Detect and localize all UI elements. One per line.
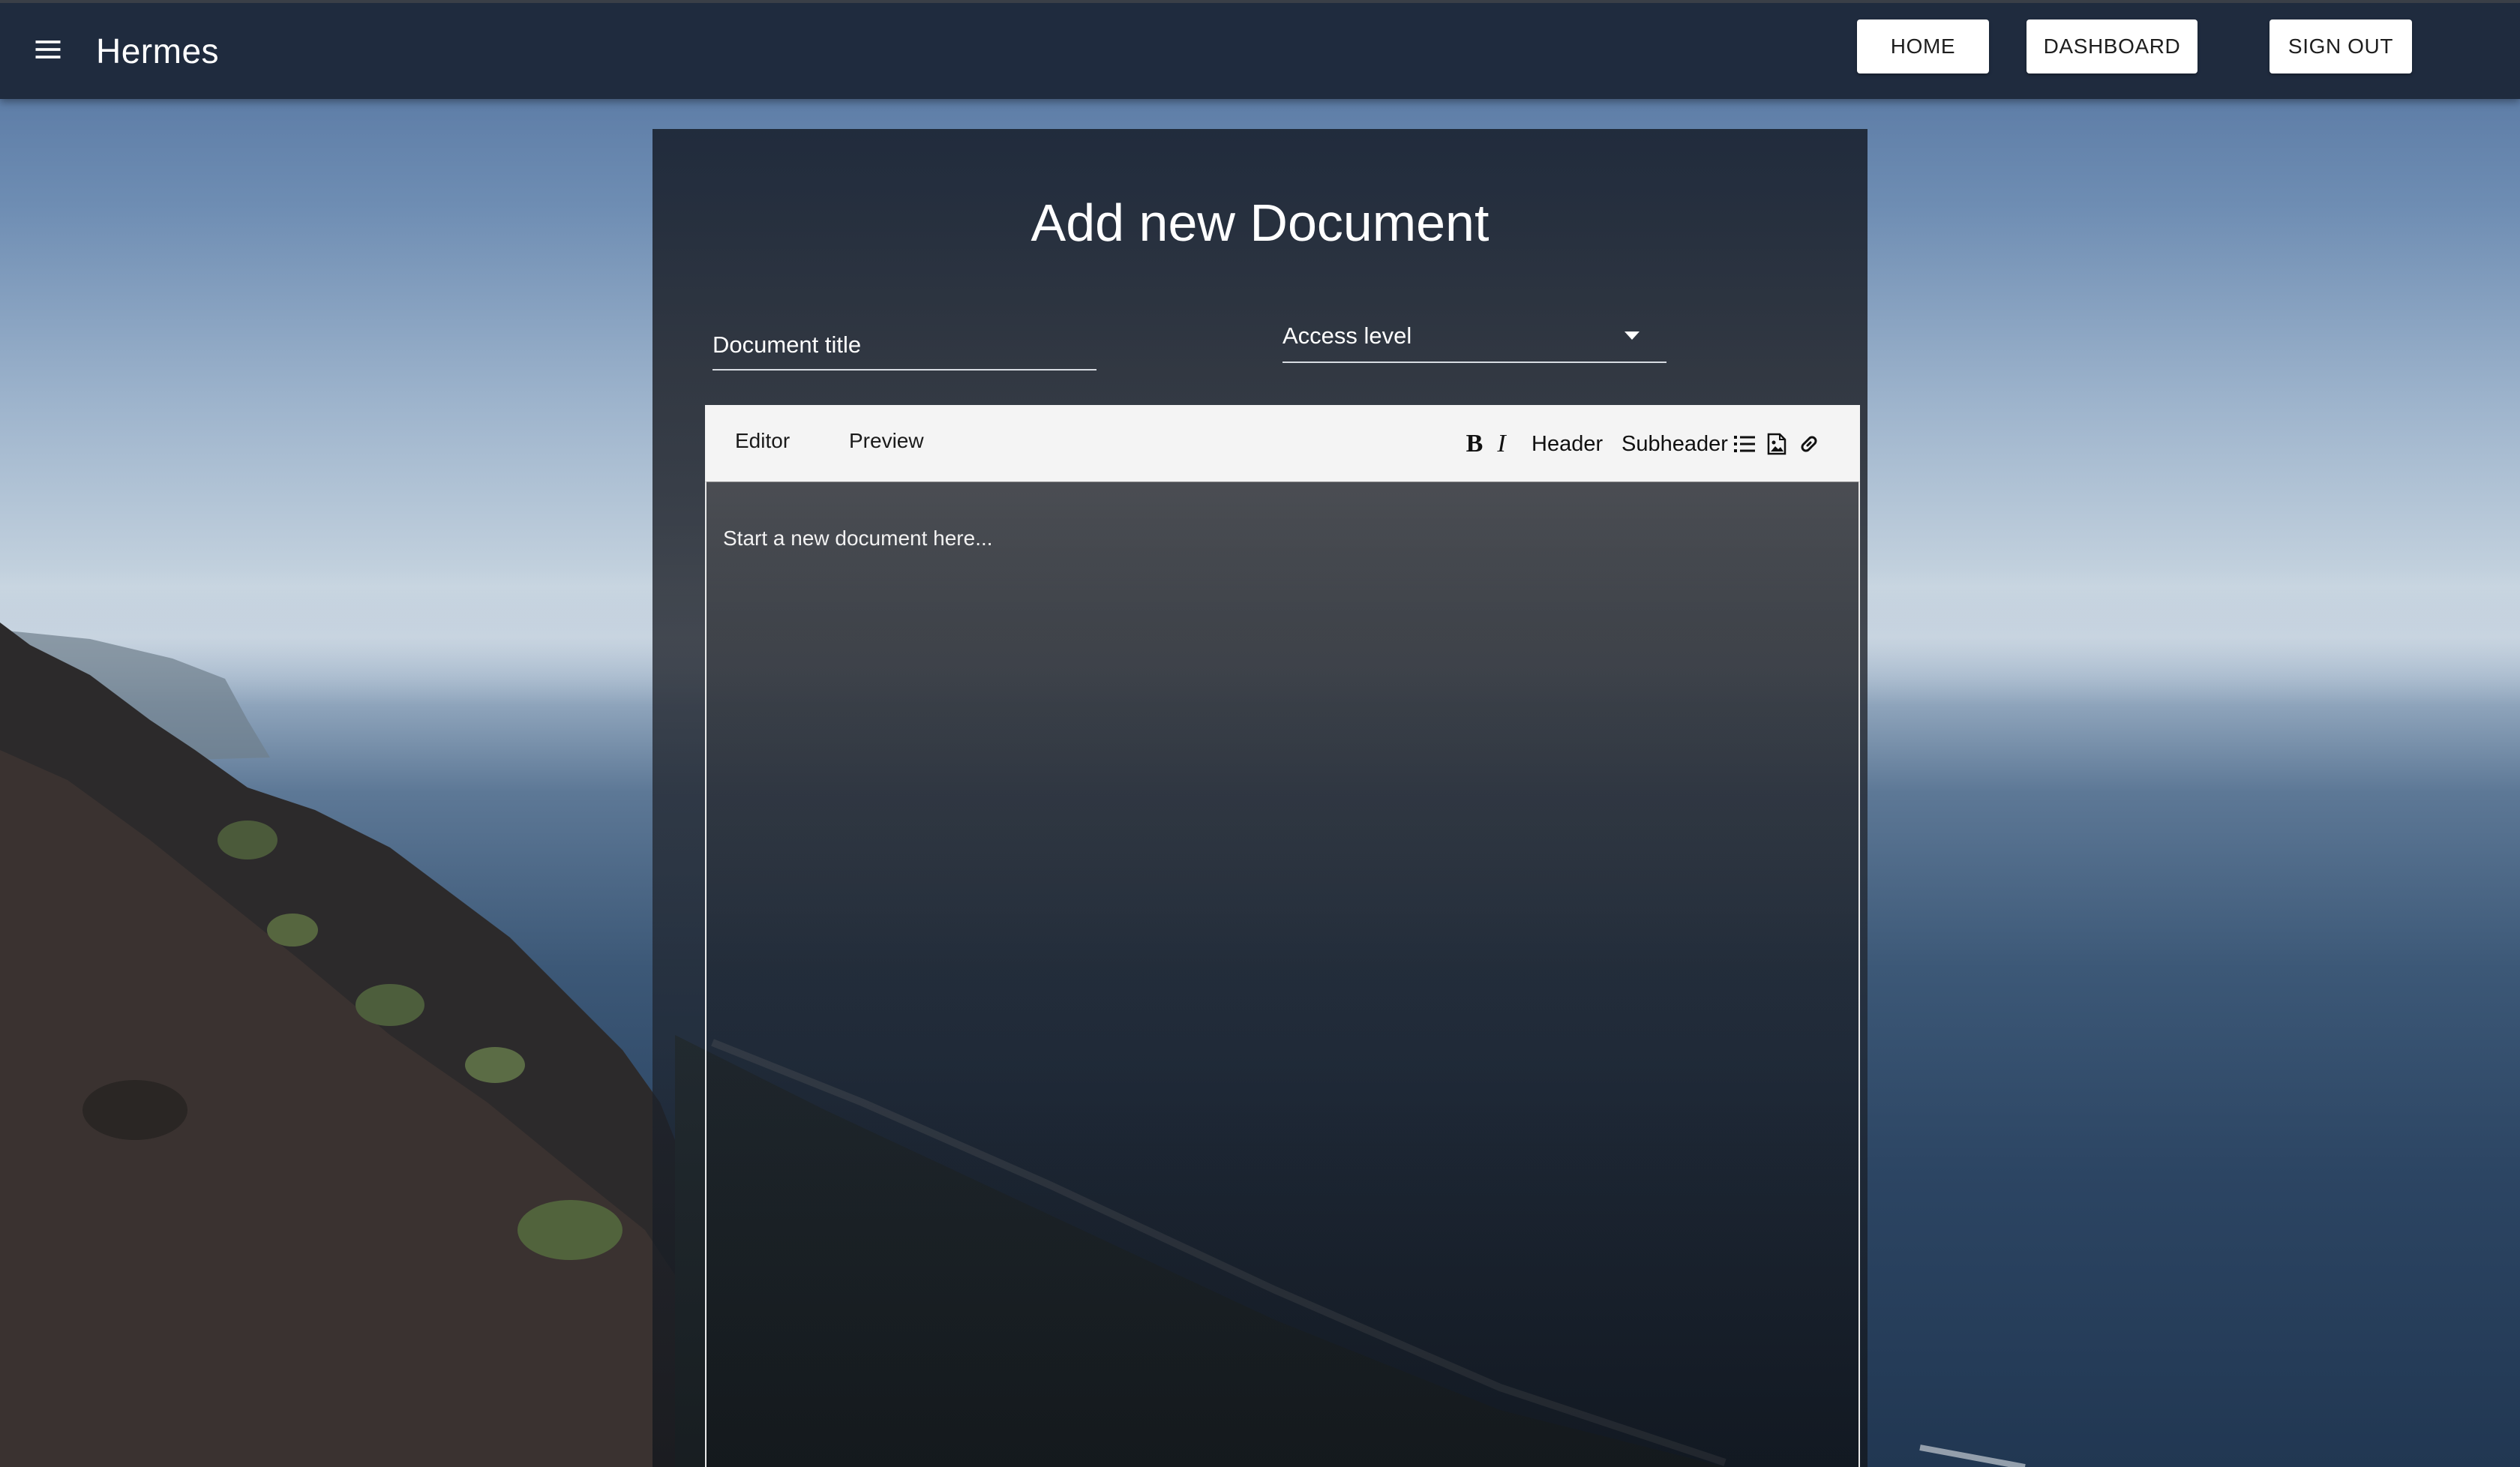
- page-title: Add new Document: [1030, 194, 1490, 252]
- list-button[interactable]: [1732, 429, 1756, 459]
- app-bar: Hermes HOME DASHBOARD SIGN OUT: [0, 0, 2520, 99]
- bold-button[interactable]: B: [1464, 429, 1485, 459]
- italic-button[interactable]: I: [1492, 429, 1510, 459]
- editor-textarea[interactable]: Start a new document here...: [706, 482, 1858, 1467]
- tab-preview[interactable]: Preview: [849, 428, 924, 454]
- tab-editor[interactable]: Editor: [735, 428, 790, 454]
- access-level-select[interactable]: Access level: [1282, 316, 1666, 363]
- hamburger-menu-icon: [35, 40, 61, 58]
- access-level-label: Access level: [1282, 322, 1412, 349]
- editor-placeholder: Start a new document here...: [723, 526, 993, 550]
- add-document-card: Add new Document Access level Editor Pre…: [652, 129, 1868, 1467]
- subheader-button[interactable]: Subheader: [1622, 429, 1728, 459]
- link-icon: [1801, 436, 1817, 452]
- markdown-editor: Editor Preview B I Header Subheader Star…: [705, 405, 1860, 1467]
- home-button[interactable]: HOME: [1857, 20, 1989, 74]
- document-title-field: [712, 324, 1096, 370]
- sign-out-button[interactable]: SIGN OUT: [2270, 20, 2412, 74]
- document-title-input[interactable]: [712, 324, 1096, 366]
- link-button[interactable]: [1797, 429, 1821, 459]
- image-icon: [1767, 433, 1786, 455]
- app-brand-title: Hermes: [96, 32, 220, 70]
- header-button[interactable]: Header: [1532, 429, 1603, 459]
- list-icon: [1734, 436, 1755, 452]
- menu-button[interactable]: [24, 26, 72, 74]
- image-button[interactable]: [1766, 429, 1788, 459]
- dropdown-arrow-icon: [1624, 332, 1640, 340]
- editor-toolbar: Editor Preview B I Header Subheader: [705, 405, 1860, 482]
- dashboard-button[interactable]: DASHBOARD: [2026, 20, 2198, 74]
